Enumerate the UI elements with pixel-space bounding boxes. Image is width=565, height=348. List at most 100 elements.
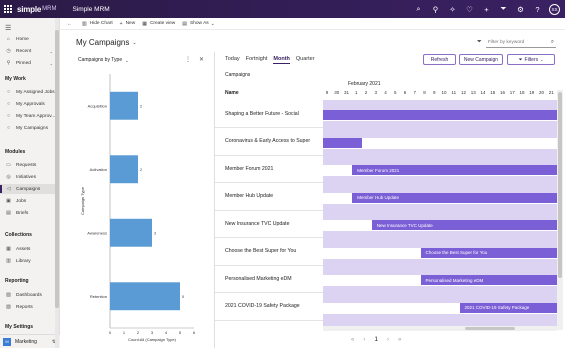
campaign-bar[interactable]: New Insurance TVC Update [371,220,557,230]
day-label: 15 [490,90,496,95]
bar-acquisition [110,91,138,120]
pager: « ‹ 1 › » [351,336,401,343]
campaign-name[interactable]: Choose the Best Super for You [215,238,323,266]
circle-icon: ○ [6,101,11,107]
funnel-icon[interactable]: ⏷ [477,39,482,46]
assistant-icon[interactable]: ✧ [444,0,461,18]
sidebar-item-initiatives[interactable]: ◎ Initiatives [0,172,56,182]
sidebar-item-assets[interactable]: ▦ Assets [0,244,56,254]
tab-today[interactable]: Today [225,56,240,64]
timeline-band [323,182,557,193]
campaign-bar[interactable]: Choose the Best Super for You [420,247,557,258]
timeline-band [323,100,557,110]
app-title[interactable]: Simple MRM [73,6,110,13]
campaign-bar[interactable]: Personalised Marketing eDM [420,275,557,285]
first-page-icon[interactable]: « [351,337,354,343]
section-heading-my-settings: My Settings [5,324,34,330]
campaign-name[interactable]: Personalised Marketing eDM [215,265,323,293]
library-icon: ▥ [6,258,11,264]
back-button[interactable]: ← [67,21,75,27]
idea-icon[interactable]: ♡ [461,0,478,18]
hamburger-icon[interactable]: ☰ [5,24,11,32]
tab-month[interactable]: Month [273,56,290,64]
section-heading-my-work: My Work [5,76,26,82]
sidebar-item-my-campaigns[interactable]: ○ My Campaigns [0,123,56,133]
sidebar-item-my-team-approvals[interactable]: ○ My Team Approv... [0,111,56,121]
next-page-icon[interactable]: › [387,337,389,343]
day-label: 3 [374,90,377,95]
campaign-name[interactable]: Member Forum 2021 [215,155,323,183]
data-label: 2 [140,168,142,172]
funnel-icon[interactable]: ⏷ [495,0,512,18]
sidebar-item-campaigns[interactable]: ◁ Campaigns [0,184,56,194]
campaign-bar[interactable]: Member Hub Update [352,192,557,203]
day-label: 7 [413,90,416,95]
sidebar-item-dashboards[interactable]: ▧ Dashboards [0,290,56,300]
page-title[interactable]: My Campaigns ⌄ [76,38,137,47]
campaign-bar[interactable] [323,137,362,148]
tab-fortnight[interactable]: Fortnight [246,56,268,64]
search-input[interactable]: Filter by keyword ⌕ [486,38,556,48]
horizontal-scrollbar[interactable] [323,326,557,331]
sidebar: ☰ ⌂ Home ◷ Recent ⌄ ⚲ Pinned ⌄ My Work ○… [0,18,60,348]
lightbulb-icon[interactable]: ⚲ [427,0,444,18]
day-label: 31 [343,90,349,95]
sidebar-item-requests[interactable]: ▭ Requests [0,160,56,170]
chevron-down-icon: ⌄ [132,39,137,46]
circle-icon: ○ [6,113,11,119]
sidebar-item-reports[interactable]: ▨ Reports [0,302,56,312]
megaphone-icon: ◁ [6,186,11,192]
campaign-bar[interactable]: Member Forum 2021 [352,165,557,175]
sidebar-item-my-assigned-jobs[interactable]: ○ My Assigned Jobs [0,87,56,97]
waffle-icon[interactable] [4,4,13,14]
sidebar-item-pinned[interactable]: ⚲ Pinned ⌄ [0,58,56,68]
calendar-views: Today Fortnight Month Quarter [225,56,315,64]
campaign-name[interactable]: 2021 COVID-19 Safety Package [215,293,323,321]
filters-button[interactable]: ⏷ Filters ⌄ [507,54,555,65]
app-launcher[interactable]: simple MRM [0,0,61,18]
add-icon[interactable]: + [478,0,495,18]
vertical-scrollbar[interactable] [557,90,563,330]
sidebar-item-briefs[interactable]: ▤ Briefs [0,208,56,218]
campaign-name[interactable]: Cross Sell Campaign - Risk Products [215,320,323,326]
x-tick-label: 1 [123,330,126,335]
command-bar: ← ▥ Hide Chart + New ▦ Create view ▤ Sho… [60,18,565,30]
y-axis-label: Campaign Type [80,186,85,215]
refresh-button[interactable]: Refresh [423,54,456,65]
timeline-band [323,292,557,303]
search-icon[interactable]: ⌕ [410,0,427,18]
avatar[interactable]: SS [549,3,560,15]
sidebar-item-library[interactable]: ▥ Library [0,256,56,266]
hide-chart-button[interactable]: ▥ Hide Chart [82,21,113,27]
category-label: Retention [90,294,107,299]
sidebar-scrollbar[interactable] [55,18,59,348]
settings-icon[interactable]: ⚙ [512,0,529,18]
image-icon: ▦ [6,246,11,252]
create-view-button[interactable]: ▦ Create view [142,21,175,27]
campaign-name[interactable]: Coronavirus & Early Access to Super [215,128,323,156]
sidebar-item-home[interactable]: ⌂ Home [0,34,56,44]
campaign-name[interactable]: Shaping a Better Future - Social [215,100,323,128]
x-tick-label: 4 [165,330,168,335]
sidebar-item-my-approvals[interactable]: ○ My Approvals [0,99,56,109]
sidebar-item-recent[interactable]: ◷ Recent ⌄ [0,46,56,56]
new-campaign-button[interactable]: New Campaign [459,54,503,65]
search-icon[interactable]: ⌕ [551,39,554,46]
prev-page-icon[interactable]: ‹ [363,337,365,343]
campaign-name[interactable]: New Insurance TVC Update [215,210,323,238]
area-switcher[interactable]: M Marketing ⇅ [0,334,60,348]
new-button[interactable]: + New [120,21,136,27]
category-label: Activation [90,167,107,172]
help-icon[interactable]: ? [529,0,546,18]
section-label: Campaigns [225,72,251,78]
campaign-bar[interactable]: 2021 COVID-19 Safety Package [459,302,557,313]
logo: simple [17,4,42,14]
sidebar-item-jobs[interactable]: ▣ Jobs [0,196,56,206]
brief-icon: ▤ [6,210,11,216]
tab-quarter[interactable]: Quarter [296,56,315,64]
show-as-button[interactable]: ▤ Show As ⌄ [182,21,218,27]
circle-icon: ○ [6,89,11,95]
last-page-icon[interactable]: » [398,337,401,343]
campaign-bar[interactable] [323,110,557,120]
campaign-name[interactable]: Member Hub Update [215,183,323,211]
